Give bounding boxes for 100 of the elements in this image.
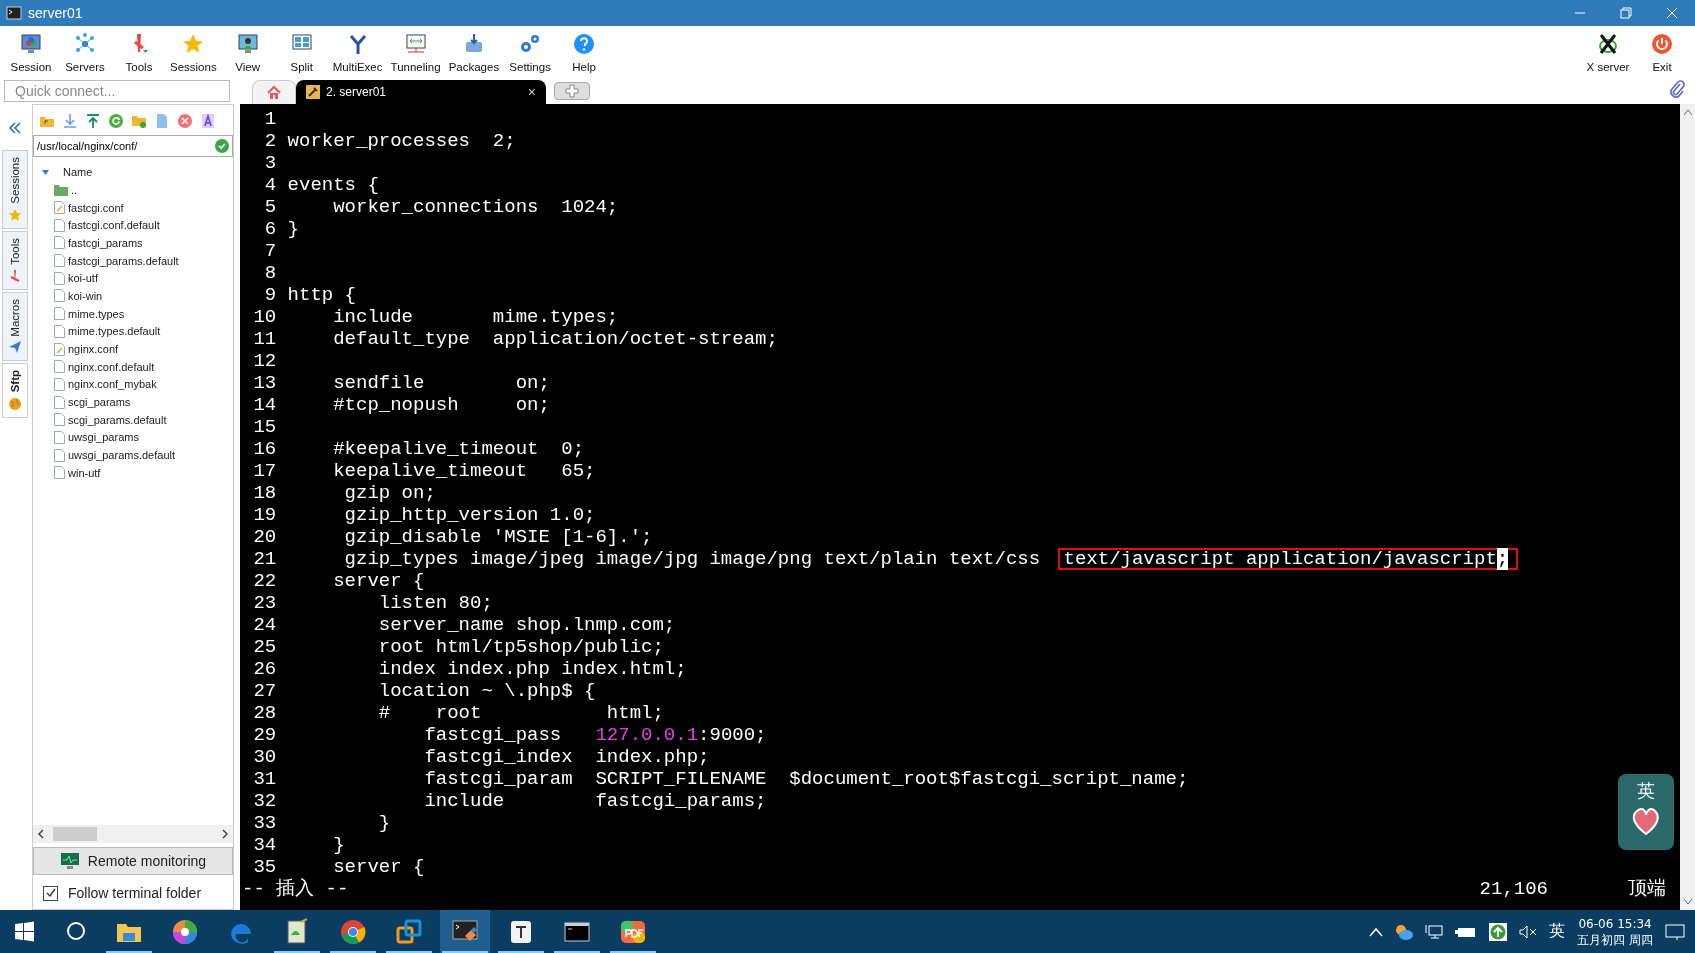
- line-number: 35: [252, 856, 277, 878]
- toolbar-button[interactable]: Settings: [503, 26, 558, 78]
- code-line: fastcgi_param SCRIPT_FILENAME $document_root$fastcgi_script_name;: [423, 768, 1189, 790]
- line-number: 1: [263, 108, 277, 130]
- line-number: 17: [252, 460, 277, 482]
- code-line: root html/tp5shop/public;: [377, 636, 664, 658]
- code-line: server_name shop.lnmp.com;: [377, 614, 676, 636]
- code-line: keepalive_timeout 65;: [332, 460, 596, 482]
- toolbar-button[interactable]: Session: [4, 26, 58, 78]
- file-name[interactable]: mime.types: [68, 307, 125, 320]
- file-name[interactable]: win-utf: [68, 466, 101, 479]
- line-number: 3: [263, 152, 277, 174]
- code-line: gzip_disable 'MSIE [1-6].';: [343, 526, 653, 548]
- line-number: 15: [252, 416, 277, 438]
- file-name[interactable]: fastcgi.conf: [68, 201, 124, 214]
- toolbar-button[interactable]: Tunneling: [386, 26, 445, 78]
- file-name[interactable]: scgi_params.default: [68, 413, 167, 426]
- line-number: 32: [252, 790, 277, 812]
- code-line: worker_processes 2;: [287, 130, 516, 152]
- file-name[interactable]: nginx.conf_mybak: [68, 378, 157, 391]
- checkbox-label[interactable]: Follow terminal folder: [68, 885, 202, 901]
- line-number: 7: [263, 240, 277, 262]
- code-line: gzip_http_version 1.0;: [343, 504, 596, 526]
- code-line: #tcp_nopush on;: [332, 394, 550, 416]
- code-line: http {: [287, 284, 356, 306]
- line-number: 27: [252, 680, 277, 702]
- line-number: 23: [252, 592, 277, 614]
- file-name[interactable]: nginx.conf.default: [68, 360, 155, 373]
- file-name[interactable]: mime.types.default: [68, 325, 161, 338]
- line-number: 8: [263, 262, 277, 284]
- code-line: # root html;: [377, 702, 664, 724]
- scroll-position: 顶端: [1628, 878, 1666, 900]
- side-tab[interactable]: Sftp: [2, 363, 28, 418]
- code-line: }: [377, 812, 391, 834]
- line-number: 22: [252, 570, 277, 592]
- code-line: }: [287, 218, 299, 240]
- file-name[interactable]: uwsgi_params.default: [68, 449, 175, 462]
- code-line: default_type application/octet-stream;: [332, 328, 778, 350]
- line-number: 30: [252, 746, 277, 768]
- input-language[interactable]: 英: [1549, 921, 1566, 942]
- clock[interactable]: 06-06 15:34 五月初四 周四: [1577, 915, 1653, 948]
- file-name[interactable]: koi-utf: [68, 272, 98, 285]
- toolbar-button[interactable]: MultiExec: [328, 26, 387, 78]
- toolbar-button[interactable]: View: [220, 26, 275, 78]
- toolbar-button[interactable]: Packages: [444, 26, 504, 78]
- file-name[interactable]: fastcgi_params: [68, 236, 143, 249]
- line-number: 26: [252, 658, 277, 680]
- file-name[interactable]: uwsgi_params: [68, 431, 139, 444]
- toolbar-button[interactable]: Servers: [58, 26, 112, 78]
- line-number: 9: [263, 284, 277, 306]
- line-number: 33: [252, 812, 277, 834]
- editor-mode: -- 插入 --: [242, 878, 349, 900]
- line-number: 4: [263, 174, 277, 196]
- line-number: 12: [252, 350, 277, 372]
- code-line: server {: [332, 570, 425, 592]
- file-name[interactable]: fastcgi_params.default: [68, 254, 179, 267]
- line-number: 25: [252, 636, 277, 658]
- toolbar-button[interactable]: Sessions: [166, 26, 221, 78]
- file-name[interactable]: fastcgi.conf.default: [68, 219, 160, 232]
- line-number: 24: [252, 614, 277, 636]
- code-line: listen 80;: [377, 592, 493, 614]
- code-line: worker_connections 1024;: [332, 196, 619, 218]
- code-line: gzip on;: [343, 482, 436, 504]
- cursor-position: 21,106: [1479, 878, 1548, 900]
- code-line: #keepalive_timeout 0;: [332, 438, 585, 460]
- line-number: 14: [252, 394, 277, 416]
- code-line: include mime.types;: [332, 306, 619, 328]
- line-number: 20: [252, 526, 277, 548]
- side-tab[interactable]: Macros: [2, 291, 28, 362]
- line-number: 2: [263, 130, 277, 152]
- column-header[interactable]: Name: [63, 166, 93, 178]
- session-tab[interactable]: 2. server01 ×: [296, 80, 546, 104]
- line-number: 11: [252, 328, 277, 350]
- code-line: server {: [332, 856, 425, 878]
- line-number: 34: [252, 834, 277, 856]
- toolbar-button[interactable]: Exit: [1635, 26, 1689, 78]
- toolbar-button[interactable]: Split: [274, 26, 329, 78]
- quick-connect-field[interactable]: Quick connect...: [4, 80, 230, 102]
- line-number: 6: [263, 218, 277, 240]
- toolbar-button[interactable]: X server: [1581, 26, 1635, 78]
- line-number: 21: [252, 548, 277, 570]
- file-name[interactable]: scgi_params: [68, 396, 131, 409]
- window-title: server01: [28, 5, 83, 21]
- line-number: 10: [252, 306, 277, 328]
- input-method-widget[interactable]: 英: [1637, 780, 1655, 802]
- code-line: location ~ \.php$ {: [377, 680, 596, 702]
- line-number: 29: [252, 724, 277, 746]
- code-line: include fastcgi_params;: [423, 790, 767, 812]
- toolbar-button[interactable]: Help: [557, 26, 612, 78]
- side-tab[interactable]: Tools: [2, 230, 28, 290]
- code-line: }: [332, 834, 345, 856]
- line-number: 13: [252, 372, 277, 394]
- toolbar-button[interactable]: Tools: [112, 26, 166, 78]
- file-name[interactable]: nginx.conf: [68, 343, 119, 356]
- file-name[interactable]: ..: [71, 183, 78, 196]
- side-tab[interactable]: Sessions: [2, 150, 28, 229]
- file-name[interactable]: koi-win: [68, 289, 103, 302]
- line-number: 16: [252, 438, 277, 460]
- code-line: events {: [287, 174, 379, 196]
- remote-monitoring-button[interactable]: Remote monitoring: [33, 847, 233, 875]
